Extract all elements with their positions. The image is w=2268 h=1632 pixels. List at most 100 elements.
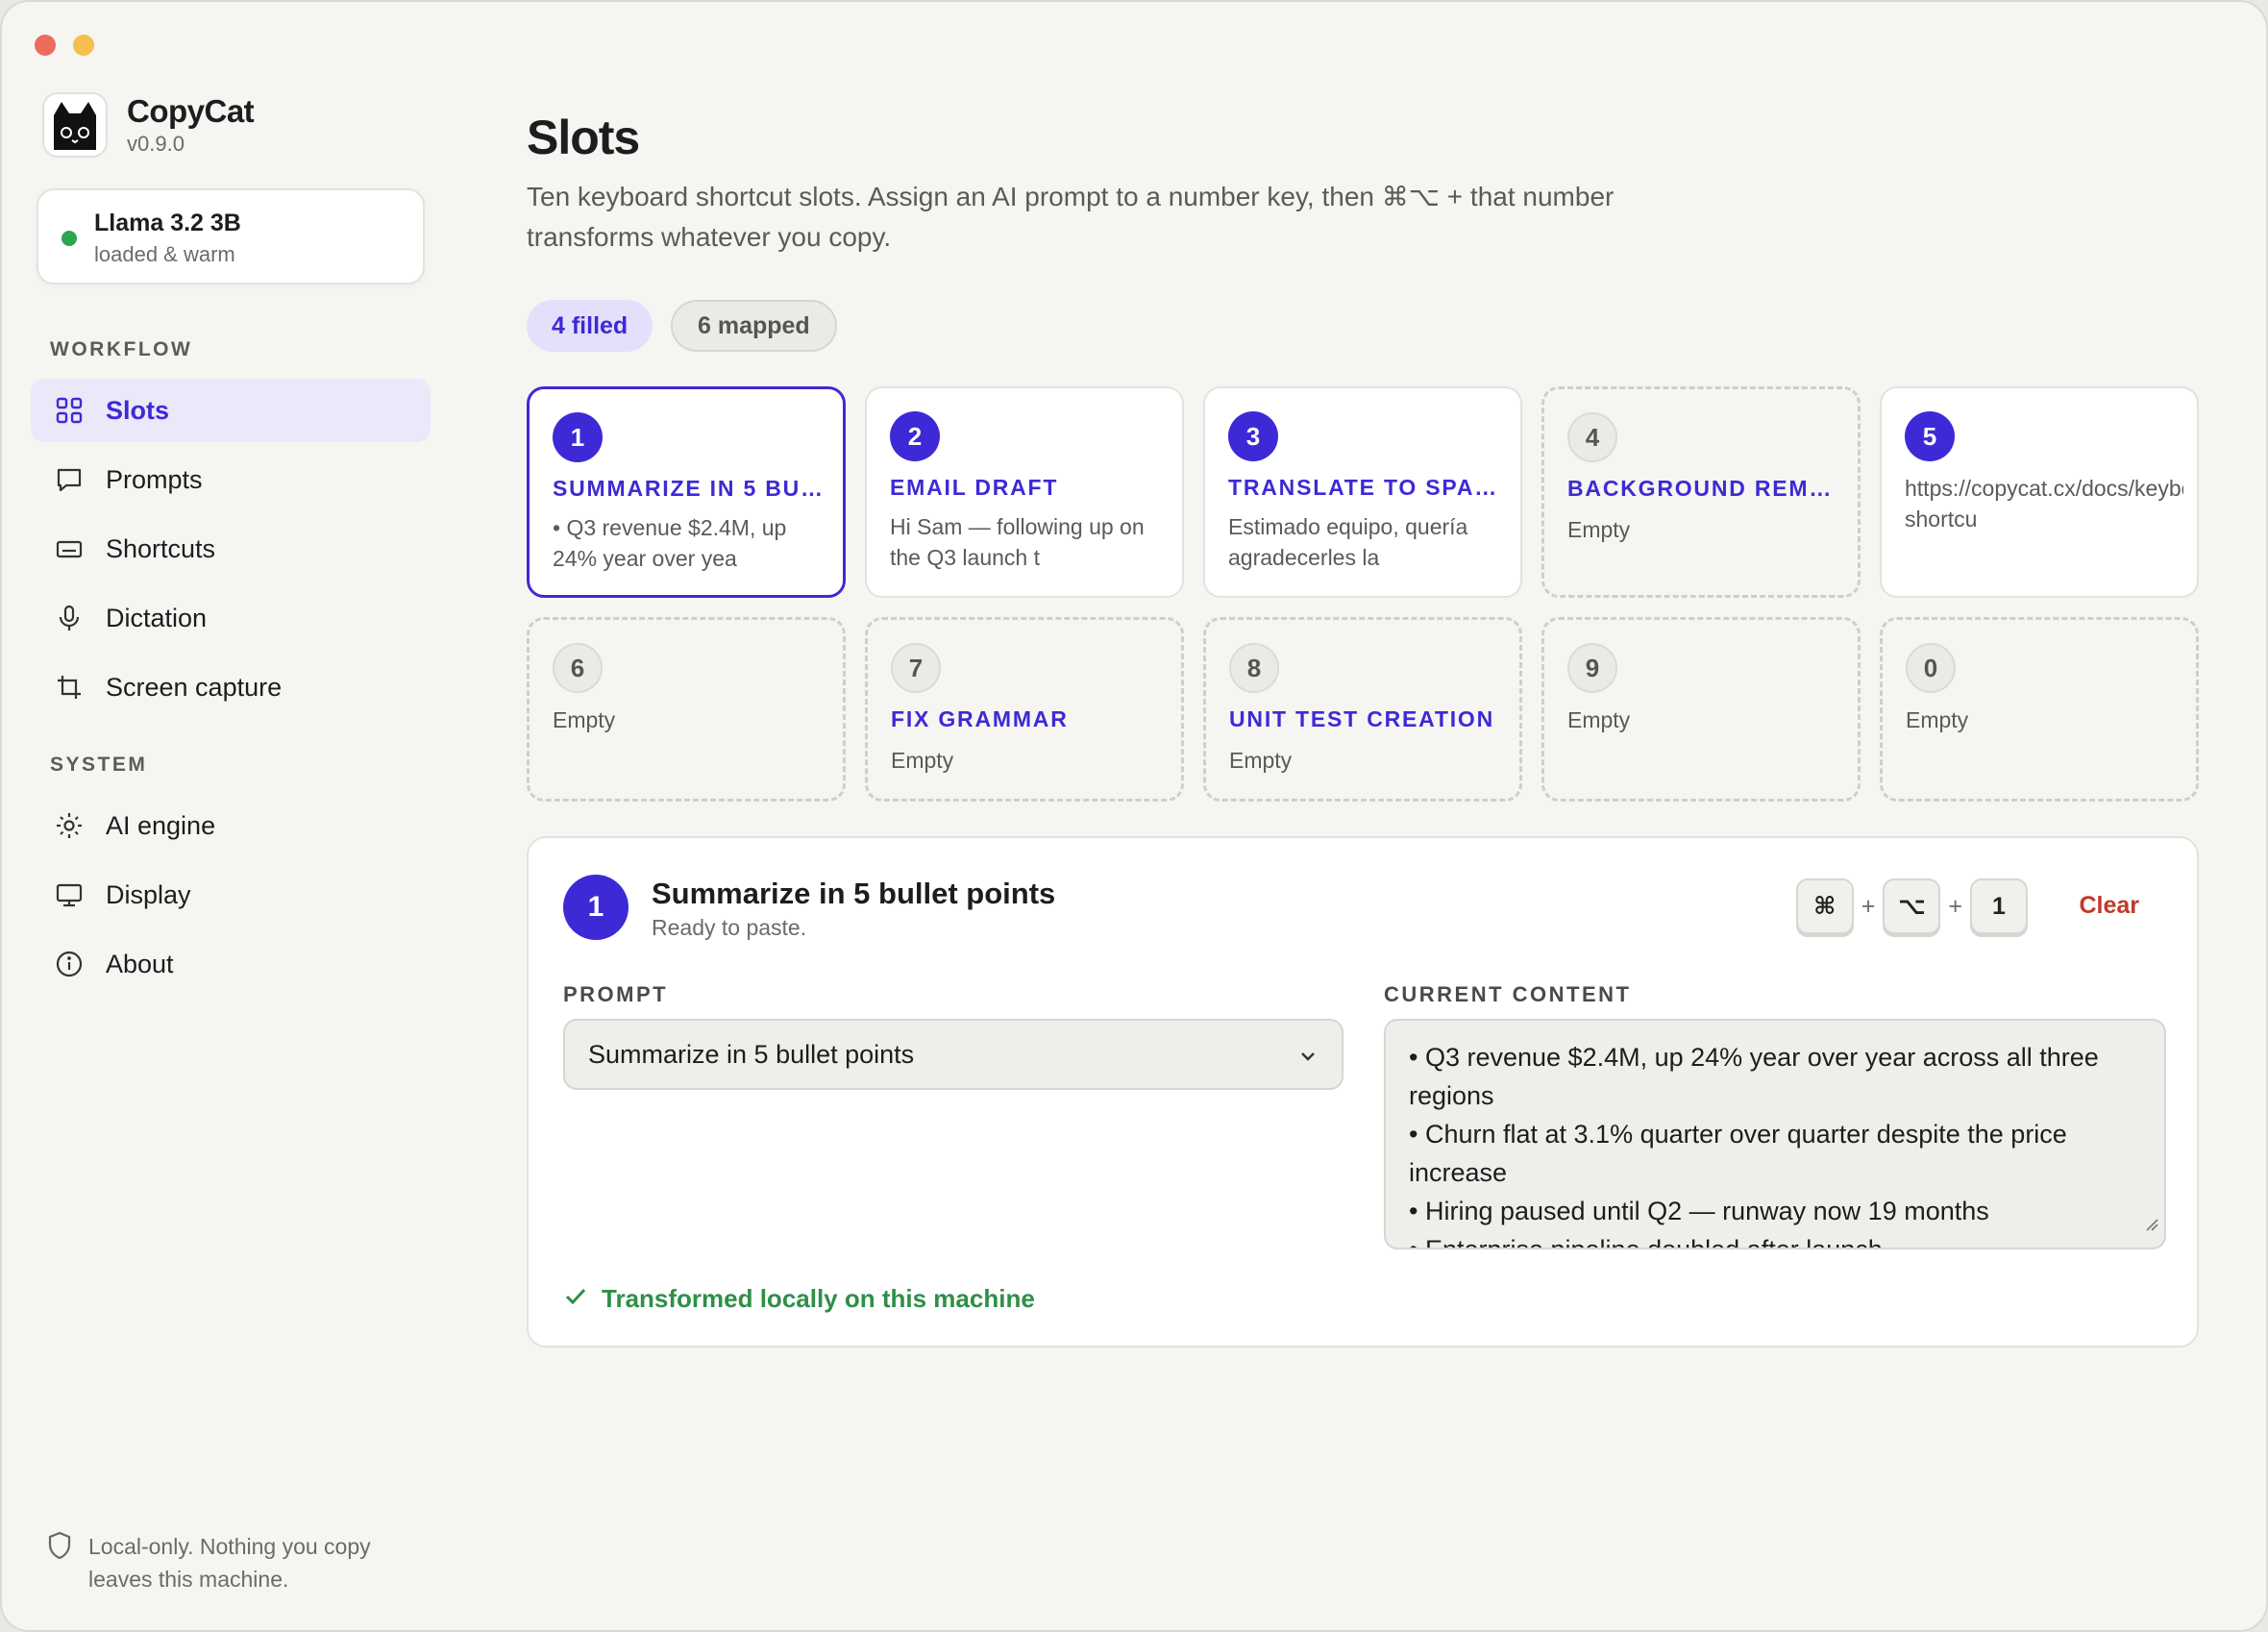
content-line: • Enterprise pipeline doubled after laun… [1409, 1235, 1883, 1249]
app-version: v0.9.0 [127, 132, 185, 156]
slot-card-3[interactable]: 3 TRANSLATE TO SPA… Estimado equipo, que… [1203, 386, 1522, 598]
app-window: CopyCat v0.9.0 Llama 3.2 3B loaded & war… [0, 0, 2268, 1632]
slot-card-7[interactable]: 7 FIX GRAMMAR Empty [865, 617, 1184, 802]
slot-title: TRANSLATE TO SPA… [1228, 475, 1499, 500]
model-status: loaded & warm [94, 242, 235, 266]
content-line: • Churn flat at 3.1% quarter over quarte… [1409, 1120, 2067, 1187]
sidebar: CopyCat v0.9.0 Llama 3.2 3B loaded & war… [2, 2, 444, 1630]
prompt-label: PROMPT [563, 982, 669, 1006]
slot-number: 4 [1567, 412, 1617, 462]
page-title: Slots [527, 111, 640, 164]
section-label-workflow: WORKFLOW [50, 338, 193, 360]
slot-detail-panel: 1 Summarize in 5 bullet points Ready to … [527, 836, 2199, 1348]
slot-title: EMAIL DRAFT [890, 475, 1059, 500]
slot-preview: • Q3 revenue $2.4M, up 24% year over yea [553, 515, 787, 571]
brand: CopyCat v0.9.0 [42, 92, 255, 158]
detail-slot-number: 1 [563, 875, 629, 940]
sidebar-item-label: Display [106, 879, 191, 909]
slot-card-5[interactable]: 5 https://copycat.cx/docs/keyboard- shor… [1880, 386, 2199, 598]
resize-handle-icon[interactable] [2145, 1203, 2158, 1242]
slot-number: 0 [1906, 643, 1956, 693]
slot-preview: Empty [891, 748, 954, 773]
slot-number: 2 [890, 411, 940, 461]
slot-preview: https://copycat.cx/docs/keyboard- shortc… [1905, 476, 2183, 532]
command-key: ⌘ [1795, 878, 1854, 934]
checkmark-icon [563, 1284, 588, 1314]
plus-sign: + [1861, 892, 1876, 920]
sidebar-item-ai-engine[interactable]: AI engine [31, 794, 431, 857]
shield-icon [46, 1530, 73, 1595]
slot-title: UNIT TEST CREATION [1229, 706, 1495, 731]
sidebar-item-dictation[interactable]: Dictation [31, 586, 431, 650]
current-content-label: CURRENT CONTENT [1384, 982, 1632, 1006]
slot-number: 8 [1229, 643, 1279, 693]
slot-number: 5 [1905, 411, 1955, 461]
sidebar-item-label: Dictation [106, 603, 208, 632]
keyboard-icon [54, 533, 85, 564]
filled-count-badge[interactable]: 4 filled [527, 300, 653, 352]
sidebar-item-display[interactable]: Display [31, 863, 431, 927]
slot-card-8[interactable]: 8 UNIT TEST CREATION Empty [1203, 617, 1522, 802]
slot-card-4[interactable]: 4 BACKGROUND REMO… Empty [1541, 386, 1861, 598]
sun-icon [54, 810, 85, 841]
sidebar-item-shortcuts[interactable]: Shortcuts [31, 517, 431, 581]
clear-button[interactable]: Clear [2079, 892, 2139, 920]
monitor-icon [54, 879, 85, 910]
prompt-select[interactable]: Summarize in 5 bullet points [563, 1019, 1344, 1090]
current-content-textarea[interactable]: • Q3 revenue $2.4M, up 24% year over yea… [1384, 1019, 2166, 1249]
slot-number: 9 [1567, 643, 1617, 693]
slot-preview: Empty [1567, 707, 1631, 732]
info-icon [54, 949, 85, 979]
sidebar-item-screen-capture[interactable]: Screen capture [31, 655, 431, 719]
shortcut-keys: ⌘ + ⌥ + 1 [1795, 878, 2028, 934]
slot-card-6[interactable]: 6 Empty [527, 617, 846, 802]
app-name: CopyCat [127, 93, 255, 129]
plus-sign: + [1948, 892, 1962, 920]
model-name: Llama 3.2 3B [94, 210, 241, 236]
option-key: ⌥ [1883, 878, 1941, 934]
prompt-select-value: Summarize in 5 bullet points [588, 1039, 915, 1069]
content-line: • Hiring paused until Q2 — runway now 19… [1409, 1197, 1989, 1225]
slot-card-2[interactable]: 2 EMAIL DRAFT Hi Sam — following up on t… [865, 386, 1184, 598]
transform-status-text: Transformed locally on this machine [602, 1284, 1035, 1313]
sidebar-item-label: About [106, 949, 174, 978]
slot-number: 1 [553, 412, 603, 462]
slot-title: BACKGROUND REMO… [1567, 476, 1846, 501]
slot-number: 3 [1228, 411, 1278, 461]
number-key: 1 [1970, 878, 2028, 934]
content-line: • Q3 revenue $2.4M, up 24% year over yea… [1409, 1043, 2099, 1110]
sidebar-item-slots[interactable]: Slots [31, 379, 431, 442]
model-status-card[interactable]: Llama 3.2 3B loaded & warm [37, 188, 425, 284]
slot-number: 7 [891, 643, 941, 693]
slot-preview: Empty [1229, 748, 1293, 773]
sidebar-item-label: Prompts [106, 464, 203, 494]
sidebar-item-prompts[interactable]: Prompts [31, 448, 431, 511]
sidebar-item-label: Screen capture [106, 672, 283, 702]
cat-logo-icon [42, 92, 108, 158]
grid-icon [54, 395, 85, 426]
page-subtitle: Ten keyboard shortcut slots. Assign an A… [527, 182, 1615, 252]
crop-icon [54, 672, 85, 703]
chevron-down-icon [1297, 1044, 1319, 1074]
detail-title: Summarize in 5 bullet points [652, 877, 1056, 910]
status-dot-icon [62, 231, 77, 246]
chat-bubble-icon [54, 464, 85, 495]
detail-status: Ready to paste. [652, 915, 807, 940]
slot-number: 6 [553, 643, 603, 693]
slot-card-1[interactable]: 1 SUMMARIZE IN 5 BU… • Q3 revenue $2.4M,… [527, 386, 846, 598]
slot-card-9[interactable]: 9 Empty [1541, 617, 1861, 802]
slot-preview: Empty [553, 707, 616, 732]
privacy-note: Local-only. Nothing you copy leaves this… [46, 1530, 434, 1595]
sidebar-item-about[interactable]: About [31, 932, 431, 996]
slot-card-0[interactable]: 0 Empty [1880, 617, 2199, 802]
transform-status: Transformed locally on this machine [563, 1284, 1035, 1314]
section-label-system: SYSTEM [50, 754, 148, 776]
sidebar-item-label: Shortcuts [106, 533, 216, 563]
sidebar-item-label: AI engine [106, 810, 216, 840]
slot-preview: Empty [1567, 517, 1631, 542]
privacy-note-text: Local-only. Nothing you copy leaves this… [88, 1534, 371, 1592]
microphone-icon [54, 603, 85, 633]
mapped-count-badge[interactable]: 6 mapped [671, 300, 837, 352]
slot-title: SUMMARIZE IN 5 BU… [553, 476, 825, 501]
slot-title: FIX GRAMMAR [891, 706, 1069, 731]
